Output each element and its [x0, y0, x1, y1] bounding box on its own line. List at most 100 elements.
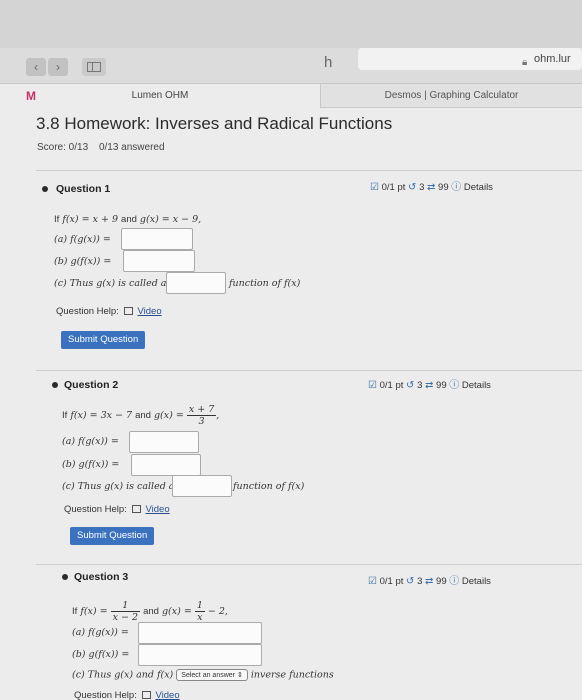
points: 0/1 pt — [379, 380, 404, 391]
f-fraction: 1x − 2 — [110, 600, 141, 623]
fraction-numerator: 1 — [110, 600, 141, 612]
answer-b-input[interactable] — [138, 644, 262, 666]
answer-c-input[interactable] — [172, 475, 232, 497]
part-c-line: (c) Thus g(x) and f(x) Select an answer … — [72, 669, 334, 681]
question-3-title: Question 3 — [74, 571, 129, 583]
fraction-numerator: 1 — [194, 600, 205, 612]
question-1-prompt: If f(x) = x + 9 and g(x) = x − 9, — [54, 214, 201, 225]
versions-icon: ⇄ — [425, 576, 434, 587]
tab-label: Desmos | Graphing Calculator — [384, 90, 519, 101]
part-b-label: (b) g(f(x)) = — [62, 459, 120, 470]
question-2-prompt: If f(x) = 3x − 7 and g(x) = x + 73, — [62, 404, 219, 427]
question-help: Question Help: Video — [64, 504, 170, 515]
info-icon: ⓘ — [449, 576, 460, 587]
g-lhs: g(x) = — [153, 410, 184, 421]
prompt-if: If — [62, 410, 68, 421]
prompt-if: If — [54, 214, 60, 225]
checkbox-icon: ☑ — [368, 576, 377, 587]
f-definition: f(x) = x + 9 — [62, 214, 118, 225]
part-c-label: (c) Thus g(x) is called an — [62, 481, 181, 492]
attempts: 3 — [417, 380, 423, 391]
versions-icon: ⇄ — [425, 380, 434, 391]
extension-icon[interactable]: h — [324, 54, 332, 71]
answer-a-input[interactable] — [129, 431, 199, 453]
part-a-label: (a) f(g(x)) = — [62, 436, 119, 447]
g-tail: , — [216, 410, 220, 421]
retry-icon: ↺ — [406, 576, 415, 587]
answer-b-input[interactable] — [131, 454, 201, 476]
help-label: Question Help: — [74, 690, 137, 700]
sidebar-toggle-button[interactable] — [82, 58, 106, 76]
submit-question-button[interactable]: Submit Question — [70, 527, 155, 545]
select-value: Select an answer — [181, 672, 235, 679]
part-c-suffix: inverse functions — [250, 669, 334, 681]
prompt-and: and — [143, 606, 159, 617]
address-bar[interactable]: 🔒︎ ohm.lur — [358, 48, 582, 70]
tab-desmos[interactable]: Desmos | Graphing Calculator — [320, 84, 582, 108]
versions: 99 — [438, 182, 449, 193]
attempts: 3 — [417, 576, 423, 587]
prompt-and: and — [135, 410, 151, 421]
part-c-label: (c) Thus g(x) and f(x) — [72, 669, 174, 681]
checkbox-icon: ☑ — [370, 182, 379, 193]
details-button[interactable]: ⓘ Details — [449, 380, 491, 391]
inverse-answer-select[interactable]: Select an answer ⇕ — [176, 669, 248, 681]
chevron-left-icon: ‹ — [34, 60, 38, 74]
prompt-and: and — [121, 214, 137, 225]
answer-c-input[interactable] — [166, 272, 226, 294]
video-link[interactable]: Video — [155, 690, 179, 700]
attempts: 3 — [419, 182, 425, 193]
part-b-label: (b) g(f(x)) = — [54, 256, 112, 267]
part-a-label: (a) f(g(x)) = — [54, 234, 111, 245]
page-title: 3.8 Homework: Inverses and Radical Funct… — [36, 114, 393, 133]
bullet-icon — [52, 382, 58, 388]
tab-bar: M Lumen OHM Desmos | Graphing Calculator — [0, 84, 582, 108]
f-lhs: f(x) = — [80, 606, 108, 617]
bullet-icon — [42, 186, 48, 192]
help-label: Question Help: — [64, 504, 127, 515]
lumen-favicon-icon: M — [26, 89, 36, 103]
part-c-label: (c) Thus g(x) is called an — [54, 278, 173, 289]
score-summary: Score: 0/13 0/13 answered — [37, 142, 173, 153]
back-button[interactable]: ‹ — [26, 58, 46, 76]
help-label: Question Help: — [56, 306, 119, 317]
answer-a-input[interactable] — [121, 228, 193, 250]
details-button[interactable]: ⓘ Details — [449, 576, 491, 587]
select-arrows-icon: ⇕ — [236, 672, 243, 679]
prompt-if: If — [72, 606, 78, 617]
versions: 99 — [436, 576, 447, 587]
video-link[interactable]: Video — [137, 306, 161, 317]
score-label: Score: 0/13 — [37, 142, 89, 153]
details-button[interactable]: ⓘ Details — [451, 182, 493, 193]
page-content: 3.8 Homework: Inverses and Radical Funct… — [0, 108, 582, 700]
url-text: ohm.lur — [534, 53, 571, 65]
info-icon: ⓘ — [451, 182, 462, 193]
forward-button[interactable]: › — [48, 58, 68, 76]
g-fraction: x + 73 — [186, 404, 217, 427]
sidebar-icon — [87, 62, 101, 72]
details-label: Details — [461, 380, 491, 391]
divider — [36, 370, 582, 371]
info-icon: ⓘ — [449, 380, 460, 391]
bullet-icon — [62, 574, 68, 580]
g-tail: − 2, — [207, 606, 228, 617]
g-definition: g(x) = x − 9, — [139, 214, 202, 225]
video-icon — [132, 505, 142, 513]
checkbox-icon: ☑ — [368, 380, 377, 391]
lock-icon: 🔒︎ — [522, 57, 528, 68]
tab-lumen-ohm[interactable]: M Lumen OHM — [0, 84, 320, 108]
retry-icon: ↺ — [408, 182, 417, 193]
video-icon — [142, 691, 152, 699]
question-1-meta: ☑ 0/1 pt ↺ 3 ⇄ 99 ⓘ Details — [370, 178, 493, 193]
video-icon — [124, 307, 134, 315]
divider — [36, 564, 582, 565]
answer-a-input[interactable] — [138, 622, 262, 644]
question-2-meta: ☑ 0/1 pt ↺ 3 ⇄ 99 ⓘ Details — [368, 376, 491, 391]
submit-question-button[interactable]: Submit Question — [61, 331, 146, 349]
answer-b-input[interactable] — [123, 250, 195, 272]
part-a-label: (a) f(g(x)) = — [72, 627, 129, 638]
video-link[interactable]: Video — [145, 504, 169, 515]
g-lhs: g(x) = — [161, 606, 192, 617]
fraction-numerator: x + 7 — [186, 404, 217, 416]
question-1-title: Question 1 — [56, 183, 111, 195]
